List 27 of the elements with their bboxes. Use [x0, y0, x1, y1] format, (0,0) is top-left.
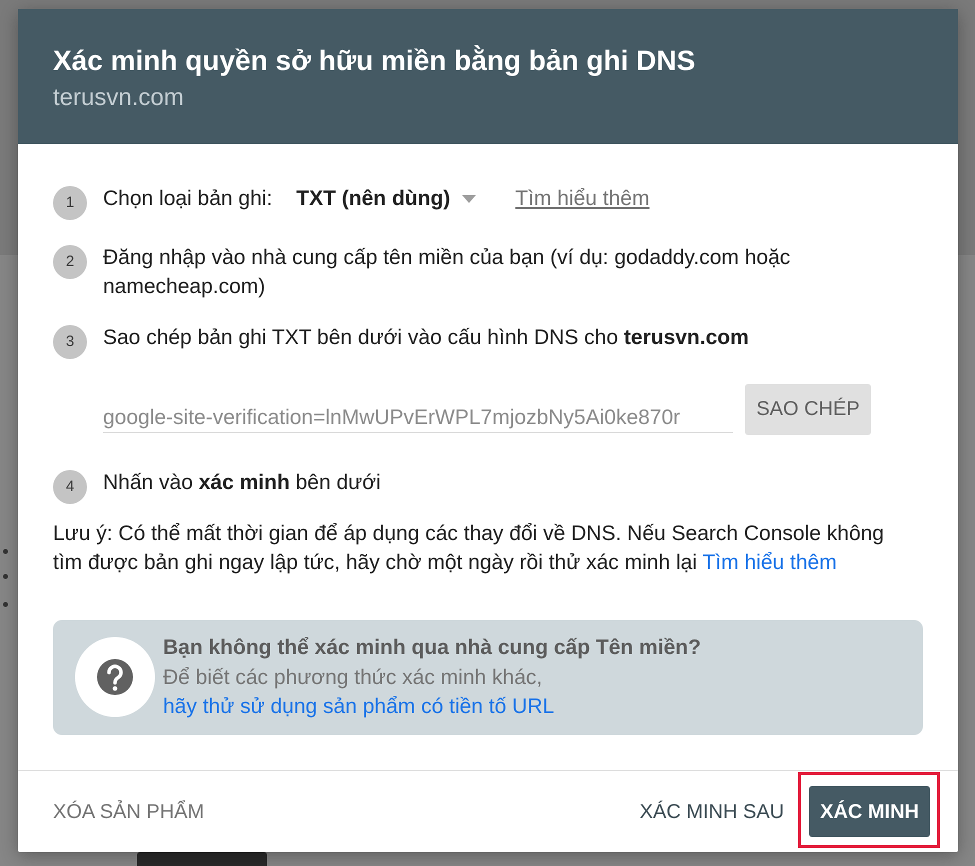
delete-button[interactable]: XÓA SẢN PHẨM [53, 800, 204, 824]
url-prefix-link[interactable]: hãy thử sử dụng sản phẩm có tiền tố URL [163, 695, 554, 718]
dot-icon [3, 549, 8, 554]
note-text: Lưu ý: Có thể mất thời gian để áp dụng các thay đổi về DNS. Nếu Search Console không tìm được bản ghi ngay lập tức, hãy chờ một ngày rồi thử xác minh lại Tìm hiểu thêm [53, 521, 885, 576]
info-title: Bạn không thể xác minh qua nhà cung cấp Tên miền? [163, 635, 701, 661]
step-text: Nhấn vào xác minh bên dưới [103, 470, 382, 496]
step-number: 1 [53, 186, 87, 220]
learn-more-link[interactable]: Tìm hiểu thêm [702, 551, 837, 574]
dot-icon [3, 574, 8, 579]
dialog-title: Xác minh quyền sở hữu miền bằng bản ghi DNS [53, 45, 696, 77]
step-number: 4 [53, 470, 87, 504]
step-number: 3 [53, 325, 87, 359]
learn-more-link[interactable]: Tìm hiểu thêm [515, 184, 650, 213]
verify-later-button[interactable]: XÁC MINH SAU [640, 800, 784, 824]
dot-icon [3, 602, 8, 607]
caret-icon [462, 194, 476, 202]
help-icon [75, 637, 155, 718]
step-text: Đăng nhập vào nhà cung cấp tên miền của bạn (ví dụ: godaddy.com hoặc namecheap.com) [103, 244, 792, 300]
dialog-subtitle: terusvn.com [53, 84, 184, 112]
copy-button[interactable]: SAO CHÉP [745, 384, 871, 434]
step-number: 2 [53, 244, 87, 278]
verify-button[interactable]: XÁC MINH [809, 786, 930, 837]
step-label: Chọn loại bản ghi: [103, 186, 272, 212]
info-text: Để biết các phương thức xác minh khác, [163, 664, 544, 690]
record-field[interactable]: google-site-verification=lnMwUPvErWPL7mjozbNy5Ai0ke870r [103, 384, 733, 432]
step-text: Sao chép bản ghi TXT bên dưới vào cấu hình DNS cho terusvn.com [103, 325, 750, 351]
record-type-dropdown[interactable]: TXT (nên dùng) [296, 184, 476, 213]
